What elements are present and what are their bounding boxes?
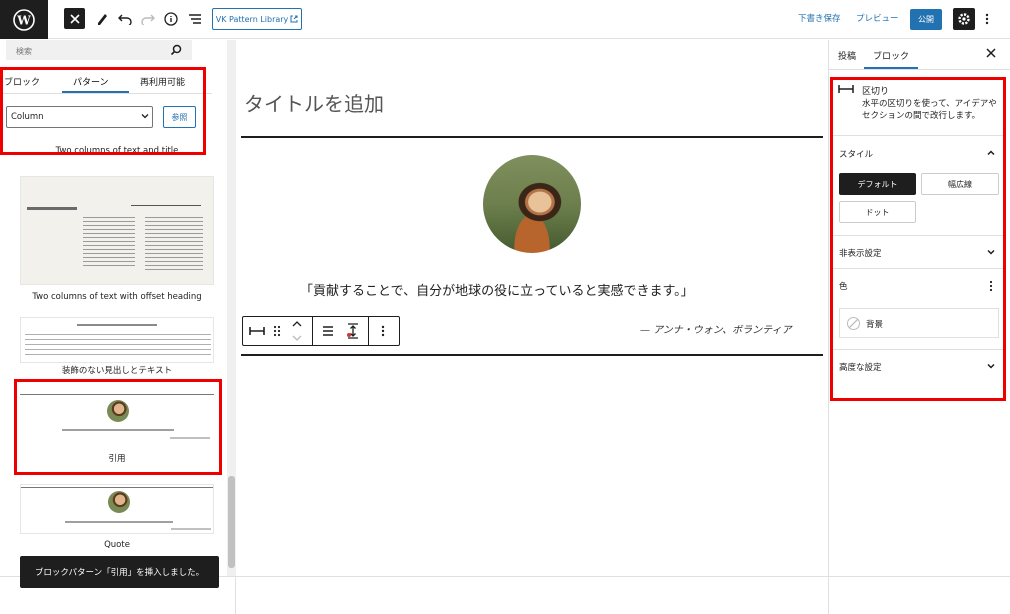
external-link-icon xyxy=(290,15,298,23)
quote-image[interactable] xyxy=(483,155,581,253)
highlight-inserter-tabs xyxy=(0,67,206,155)
undo-button[interactable] xyxy=(116,10,134,28)
post-title-input[interactable]: タイトルを追加 xyxy=(244,88,384,117)
more-options-button[interactable] xyxy=(981,10,993,28)
snackbar-notice[interactable]: ブロックパターン「引用」を挿入しました。 xyxy=(20,556,219,588)
list-view-icon xyxy=(189,14,201,24)
pattern-label: Quote xyxy=(104,540,130,550)
chevron-up-icon xyxy=(292,321,302,327)
vertical-spacing-icon xyxy=(347,323,358,339)
edit-tool-button[interactable] xyxy=(93,10,111,28)
wordpress-logo-icon[interactable]: W xyxy=(0,0,48,39)
pattern-label: 装飾のない見出しとテキスト xyxy=(61,366,173,376)
search-icon[interactable] xyxy=(170,44,182,56)
pattern-preview-two-columns-offset[interactable] xyxy=(20,176,214,285)
tab-block[interactable]: ブロック xyxy=(873,49,909,62)
publish-button[interactable]: 公開 xyxy=(910,9,942,30)
pattern-preview-plain-heading-text[interactable] xyxy=(20,317,214,363)
more-vertical-icon xyxy=(381,325,385,337)
pencil-icon xyxy=(98,14,107,25)
tab-post[interactable]: 投稿 xyxy=(838,49,856,62)
quote-text[interactable]: 「貢献することで、自分が地球の役に立っていると実感できます。」 xyxy=(300,280,694,299)
align-full-icon xyxy=(323,326,333,336)
tabs-divider xyxy=(829,69,1010,70)
more-vertical-icon xyxy=(985,13,989,25)
highlight-block-settings xyxy=(830,77,1006,401)
details-button[interactable] xyxy=(162,10,180,28)
block-options-button[interactable] xyxy=(374,322,392,340)
move-down-button[interactable] xyxy=(288,332,306,344)
undo-icon xyxy=(118,14,132,25)
redo-icon xyxy=(141,14,155,25)
height-button[interactable] xyxy=(342,320,364,342)
close-icon xyxy=(986,48,996,58)
scrollbar-thumb[interactable] xyxy=(228,476,235,568)
pattern-search-input[interactable] xyxy=(6,40,192,60)
chevron-down-icon xyxy=(292,335,302,341)
vk-pattern-library-button[interactable]: VK Pattern Library xyxy=(212,8,302,30)
gear-icon xyxy=(958,13,970,25)
list-view-button[interactable] xyxy=(186,10,204,28)
separator-icon xyxy=(249,327,265,335)
save-draft-button[interactable]: 下書き保存 xyxy=(798,12,841,24)
pattern-label: Two columns of text with offset heading xyxy=(32,292,202,302)
close-inserter-button[interactable] xyxy=(64,8,85,29)
search-placeholder: 検索 xyxy=(16,47,32,56)
align-button[interactable] xyxy=(318,322,338,340)
highlight-quote-pattern xyxy=(14,379,222,475)
move-up-button[interactable] xyxy=(288,318,306,330)
toolbar-divider xyxy=(312,316,313,346)
drag-handle-icon xyxy=(273,325,281,337)
toolbar-divider xyxy=(368,316,369,346)
info-icon xyxy=(164,12,178,26)
drag-handle[interactable] xyxy=(270,322,284,340)
pattern-preview-quote-en[interactable] xyxy=(20,484,214,534)
avatar xyxy=(108,491,130,513)
separator-block[interactable] xyxy=(241,136,823,138)
settings-button[interactable] xyxy=(953,8,975,30)
vk-pattern-library-label: VK Pattern Library xyxy=(215,14,289,24)
svg-text:W: W xyxy=(16,13,31,27)
separator-block-selected[interactable] xyxy=(241,354,823,356)
block-type-button[interactable] xyxy=(246,322,268,340)
quote-citation[interactable]: — アンナ・ウォン、ボランティア xyxy=(640,321,792,336)
close-icon xyxy=(69,13,80,24)
preview-button[interactable]: プレビュー xyxy=(856,12,899,24)
redo-button[interactable] xyxy=(139,10,157,28)
close-sidebar-button[interactable] xyxy=(986,48,996,58)
